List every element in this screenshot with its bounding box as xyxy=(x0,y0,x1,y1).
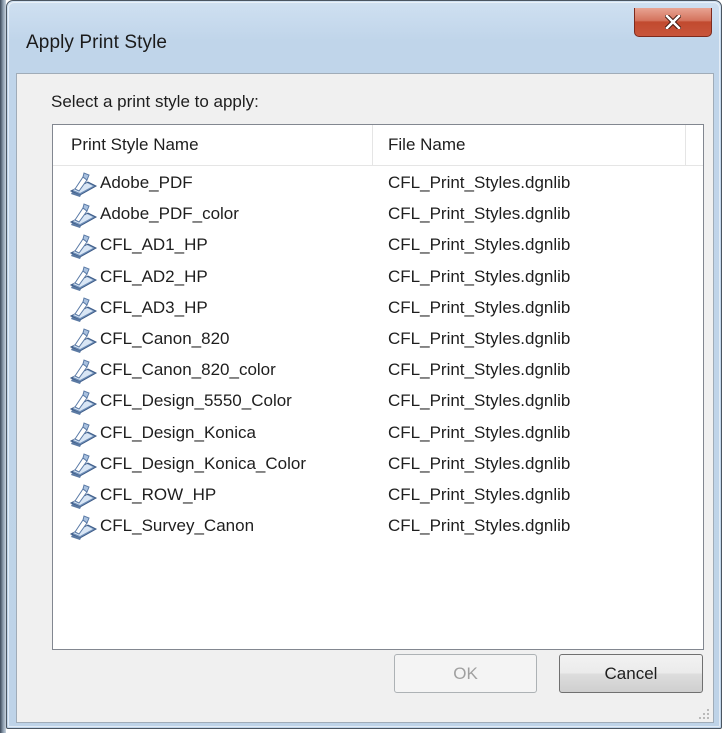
list-rows: Adobe_PDF CFL_Print_Styles.dgnlib Adobe_PD… xyxy=(53,168,703,542)
file-name: CFL_Print_Styles.dgnlib xyxy=(388,235,571,255)
file-name: CFL_Print_Styles.dgnlib xyxy=(388,516,571,536)
print-style-icon xyxy=(68,296,98,322)
print-style-name: Adobe_PDF_color xyxy=(100,204,239,224)
close-icon xyxy=(665,15,681,29)
print-style-name: CFL_Survey_Canon xyxy=(100,516,255,536)
file-name: CFL_Print_Styles.dgnlib xyxy=(388,422,571,442)
window-title: Apply Print Style xyxy=(26,32,168,53)
print-style-icon xyxy=(68,452,98,478)
print-style-icon xyxy=(68,233,98,260)
list-item[interactable]: CFL_AD3_HP CFL_Print_Styles.dgnlib xyxy=(53,293,703,324)
dialog-window: Apply Print Style Select a print style t… xyxy=(6,0,722,729)
file-name: CFL_Print_Styles.dgnlib xyxy=(388,173,571,192)
print-style-name: Adobe_PDF xyxy=(100,173,193,192)
print-style-name: CFL_AD3_HP xyxy=(100,297,208,317)
print-style-list[interactable]: Print Style Name File Name Adobe_PDF CFL_… xyxy=(52,124,704,650)
file-name: CFL_Print_Styles.dgnlib xyxy=(388,453,571,473)
print-style-icon xyxy=(68,202,98,229)
print-style-icon xyxy=(68,358,98,385)
print-style-name: CFL_AD1_HP xyxy=(100,235,208,255)
list-item[interactable]: CFL_ROW_HP CFL_Print_Styles.dgnlib xyxy=(53,480,703,511)
file-name: CFL_Print_Styles.dgnlib xyxy=(388,204,571,224)
print-style-name: CFL_ROW_HP xyxy=(100,484,217,504)
column-header-file-name[interactable]: File Name xyxy=(373,125,686,165)
list-item[interactable]: CFL_Survey_Canon CFL_Print_Styles.dgnlib xyxy=(53,511,703,542)
file-name: CFL_Print_Styles.dgnlib xyxy=(388,328,571,348)
list-item[interactable]: CFL_Canon_820 CFL_Print_Styles.dgnlib xyxy=(53,324,703,355)
list-item[interactable]: CFL_Design_Konica CFL_Print_Styles.dgnlib xyxy=(53,418,703,449)
list-item[interactable]: CFL_Design_Konica_Color CFL_Print_Styles.… xyxy=(53,449,703,480)
print-style-icon xyxy=(68,389,98,416)
list-item[interactable]: CFL_Canon_820_color CFL_Print_Styles.dgnl… xyxy=(53,355,703,386)
file-name: CFL_Print_Styles.dgnlib xyxy=(388,266,571,286)
print-style-icon xyxy=(68,514,98,541)
print-style-name: CFL_Design_Konica xyxy=(100,422,256,442)
print-style-name: CFL_Canon_820_color xyxy=(100,360,276,380)
column-header-filler xyxy=(686,125,703,165)
list-header: Print Style Name File Name xyxy=(53,125,703,166)
ok-button[interactable]: OK xyxy=(394,654,537,693)
print-style-icon xyxy=(68,327,98,353)
cancel-button[interactable]: Cancel xyxy=(559,654,703,693)
print-style-icon xyxy=(68,171,98,197)
dialog-client-area: Select a print style to apply: Print Sty… xyxy=(16,73,714,723)
prompt-label: Select a print style to apply: xyxy=(51,92,259,111)
column-header-print-style-name[interactable]: Print Style Name xyxy=(53,125,373,165)
list-item[interactable]: Adobe_PDF CFL_Print_Styles.dgnlib xyxy=(53,168,703,199)
resize-grip-icon[interactable] xyxy=(698,707,710,719)
print-style-name: CFL_Canon_820 xyxy=(100,328,230,348)
print-style-icon xyxy=(68,483,98,509)
close-button[interactable] xyxy=(634,8,712,37)
print-style-name: CFL_Design_Konica_Color xyxy=(100,453,307,473)
list-item[interactable]: CFL_Design_5550_Color CFL_Print_Styles.dg… xyxy=(53,386,703,417)
print-style-icon xyxy=(68,421,98,447)
print-style-name: CFL_Design_5550_Color xyxy=(100,391,292,411)
print-style-icon xyxy=(68,265,98,291)
list-item[interactable]: CFL_AD1_HP CFL_Print_Styles.dgnlib xyxy=(53,230,703,261)
list-item[interactable]: CFL_AD2_HP CFL_Print_Styles.dgnlib xyxy=(53,262,703,293)
file-name: CFL_Print_Styles.dgnlib xyxy=(388,297,571,317)
file-name: CFL_Print_Styles.dgnlib xyxy=(388,484,571,504)
file-name: CFL_Print_Styles.dgnlib xyxy=(388,360,571,380)
list-item[interactable]: Adobe_PDF_color CFL_Print_Styles.dgnlib xyxy=(53,199,703,230)
print-style-name: CFL_AD2_HP xyxy=(100,266,208,286)
file-name: CFL_Print_Styles.dgnlib xyxy=(388,391,571,411)
